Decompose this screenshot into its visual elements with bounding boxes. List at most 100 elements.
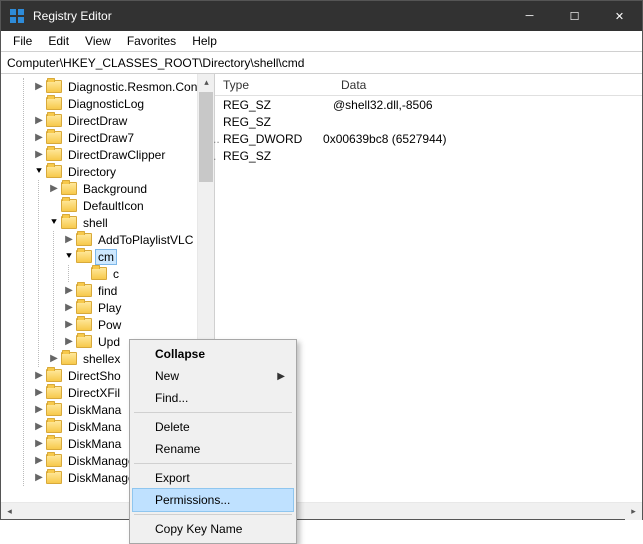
tree-item[interactable]: DirectDrawClipper bbox=[66, 148, 167, 162]
chevron-down-icon[interactable]: ⯆ bbox=[47, 216, 61, 230]
chevron-right-icon[interactable]: ▶ bbox=[62, 233, 76, 247]
chevron-right-icon: ▶ bbox=[277, 371, 285, 382]
app-icon bbox=[9, 8, 25, 24]
scroll-up-icon[interactable]: ▴ bbox=[198, 74, 215, 91]
ctx-new[interactable]: New▶ bbox=[133, 365, 293, 387]
folder-icon bbox=[46, 165, 62, 178]
folder-icon bbox=[46, 386, 62, 399]
ctx-collapse[interactable]: Collapse bbox=[133, 343, 293, 365]
chevron-right-icon[interactable]: ▶ bbox=[32, 386, 46, 400]
folder-icon bbox=[61, 216, 77, 229]
chevron-right-icon[interactable]: ▶ bbox=[62, 335, 76, 349]
folder-icon bbox=[61, 199, 77, 212]
address-input[interactable] bbox=[1, 52, 642, 73]
folder-icon bbox=[46, 369, 62, 382]
folder-icon bbox=[46, 131, 62, 144]
col-type[interactable]: Type bbox=[215, 78, 333, 92]
window-title: Registry Editor bbox=[33, 9, 507, 23]
ctx-copy-key-name[interactable]: Copy Key Name bbox=[133, 518, 293, 540]
ctx-export[interactable]: Export bbox=[133, 467, 293, 489]
scrollbar-thumb[interactable] bbox=[199, 92, 213, 182]
tree-item[interactable]: find bbox=[96, 284, 119, 298]
ctx-find[interactable]: Find... bbox=[133, 387, 293, 409]
chevron-right-icon[interactable]: ▶ bbox=[32, 80, 46, 94]
chevron-right-icon[interactable]: ▶ bbox=[62, 318, 76, 332]
chevron-right-icon[interactable]: ▶ bbox=[62, 301, 76, 315]
tree-item[interactable]: shell bbox=[81, 216, 110, 230]
list-row[interactable]: .. REG_DWORD0x00639bc8 (6527944) bbox=[215, 130, 642, 147]
chevron-right-icon[interactable]: ▶ bbox=[32, 454, 46, 468]
chevron-right-icon[interactable]: ▶ bbox=[47, 352, 61, 366]
chevron-down-icon[interactable]: ⯆ bbox=[32, 165, 46, 179]
folder-icon bbox=[91, 267, 107, 280]
col-data[interactable]: Data bbox=[333, 78, 374, 92]
tree-item[interactable]: DirectSho bbox=[66, 369, 123, 383]
folder-icon bbox=[46, 403, 62, 416]
close-button[interactable]: ✕ bbox=[597, 1, 642, 31]
chevron-right-icon[interactable]: ▶ bbox=[32, 114, 46, 128]
chevron-right-icon[interactable]: ▶ bbox=[32, 148, 46, 162]
folder-icon bbox=[46, 420, 62, 433]
folder-icon bbox=[46, 97, 62, 110]
tree-item[interactable]: DefaultIcon bbox=[81, 199, 146, 213]
menu-bar: File Edit View Favorites Help bbox=[1, 31, 642, 52]
folder-icon bbox=[76, 284, 92, 297]
menu-view[interactable]: View bbox=[77, 32, 119, 50]
tree-item[interactable]: Play bbox=[96, 301, 123, 315]
title-bar: Registry Editor ─ ☐ ✕ bbox=[1, 1, 642, 31]
chevron-right-icon[interactable]: ▶ bbox=[32, 420, 46, 434]
tree-item[interactable]: shellex bbox=[81, 352, 122, 366]
folder-icon bbox=[46, 80, 62, 93]
chevron-right-icon[interactable]: ▶ bbox=[32, 131, 46, 145]
chevron-right-icon[interactable]: ▶ bbox=[32, 437, 46, 451]
tree-item-selected[interactable]: cm bbox=[96, 250, 116, 264]
scroll-left-icon[interactable]: ◂ bbox=[1, 503, 18, 519]
tree-item[interactable]: c bbox=[111, 267, 121, 281]
tree-item[interactable]: AddToPlaylistVLC bbox=[96, 233, 195, 247]
list-row[interactable]: REG_SZ@shell32.dll,-8506 bbox=[215, 96, 642, 113]
ctx-permissions[interactable]: Permissions... bbox=[133, 489, 293, 511]
folder-icon bbox=[76, 318, 92, 331]
tree-item[interactable]: DirectXFil bbox=[66, 386, 122, 400]
folder-icon bbox=[76, 335, 92, 348]
tree-item[interactable]: Background bbox=[81, 182, 149, 196]
ctx-delete[interactable]: Delete bbox=[133, 416, 293, 438]
folder-icon bbox=[61, 352, 77, 365]
tree-item[interactable]: DiskMana bbox=[66, 437, 123, 451]
separator bbox=[134, 514, 292, 515]
maximize-button[interactable]: ☐ bbox=[552, 1, 597, 31]
address-bar bbox=[1, 52, 642, 74]
folder-icon bbox=[46, 148, 62, 161]
ctx-rename[interactable]: Rename bbox=[133, 438, 293, 460]
menu-help[interactable]: Help bbox=[184, 32, 225, 50]
minimize-button[interactable]: ─ bbox=[507, 1, 552, 31]
context-menu: Collapse New▶ Find... Delete Rename Expo… bbox=[129, 339, 297, 544]
tree-item[interactable]: Diagnostic.Resmon.Con bbox=[66, 80, 199, 94]
chevron-right-icon[interactable]: ▶ bbox=[47, 182, 61, 196]
tree-item[interactable]: DiskMana bbox=[66, 420, 123, 434]
tree-item[interactable]: DiskMana bbox=[66, 403, 123, 417]
folder-icon bbox=[61, 182, 77, 195]
tree-item[interactable]: DirectDraw7 bbox=[66, 131, 136, 145]
menu-edit[interactable]: Edit bbox=[40, 32, 77, 50]
chevron-right-icon[interactable]: ▶ bbox=[32, 369, 46, 383]
list-header: Type Data bbox=[215, 74, 642, 96]
separator bbox=[134, 463, 292, 464]
tree-item[interactable]: Upd bbox=[96, 335, 122, 349]
chevron-right-icon[interactable]: ▶ bbox=[32, 403, 46, 417]
list-row[interactable]: REG_SZ bbox=[215, 113, 642, 130]
tree-item[interactable]: Pow bbox=[96, 318, 123, 332]
menu-file[interactable]: File bbox=[5, 32, 40, 50]
chevron-right-icon[interactable]: ▶ bbox=[62, 284, 76, 298]
tree-item[interactable]: DirectDraw bbox=[66, 114, 129, 128]
chevron-right-icon[interactable]: ▶ bbox=[32, 471, 46, 485]
scroll-right-icon[interactable]: ▸ bbox=[625, 503, 642, 520]
list-row[interactable]: . REG_SZ bbox=[215, 147, 642, 164]
tree-item[interactable]: DiagnosticLog bbox=[66, 97, 146, 111]
separator bbox=[134, 412, 292, 413]
tree-item[interactable]: Directory bbox=[66, 165, 118, 179]
menu-favorites[interactable]: Favorites bbox=[119, 32, 184, 50]
chevron-down-icon[interactable]: ⯆ bbox=[62, 250, 76, 264]
folder-icon bbox=[76, 301, 92, 314]
folder-icon bbox=[46, 454, 62, 467]
